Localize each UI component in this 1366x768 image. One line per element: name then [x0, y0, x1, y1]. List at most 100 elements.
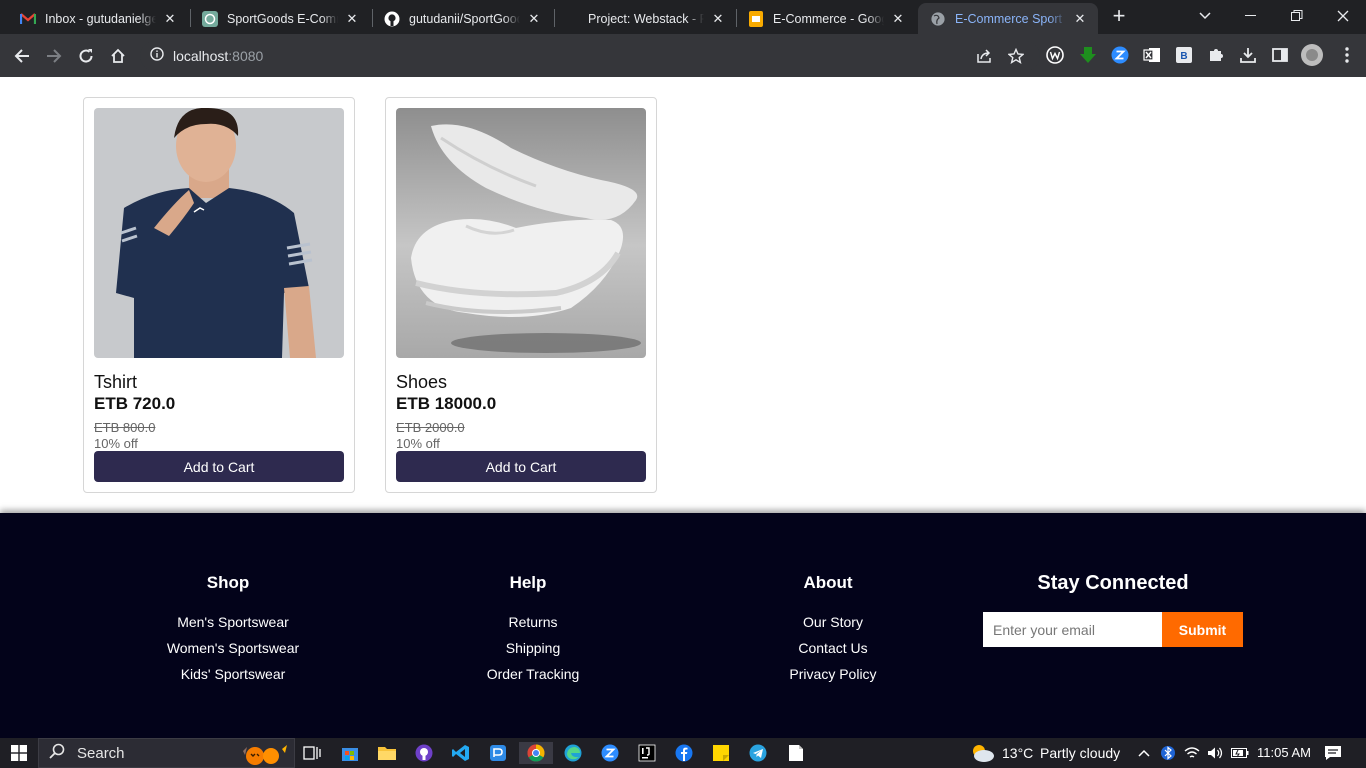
footer-about-title: About [803, 573, 853, 592]
product-discount: 10% off [94, 436, 138, 451]
excel-extension-icon[interactable] [1142, 45, 1162, 65]
product-discount: 10% off [396, 436, 440, 451]
side-panel-icon[interactable] [1270, 45, 1290, 65]
product-name[interactable]: Shoes [396, 372, 447, 393]
footer-link[interactable]: Kids' Sportswear [113, 666, 353, 682]
minimize-icon[interactable] [1228, 0, 1274, 32]
chrome-menu-icon[interactable] [1337, 45, 1357, 65]
microsoft-store-icon[interactable] [339, 742, 361, 764]
product-price: ETB 720.0 [94, 394, 176, 413]
weather-partly-cloudy-icon[interactable] [968, 742, 996, 764]
facebook-icon[interactable] [673, 742, 695, 764]
reload-icon[interactable] [72, 42, 100, 70]
tab-github[interactable]: gutudanii/SportGoods ✕ [372, 3, 552, 34]
address-bar[interactable]: localhost:8080 [140, 41, 1040, 71]
tab-project-webstack[interactable]: Project: Webstack - Po ✕ [556, 3, 736, 34]
download-icon[interactable] [1238, 45, 1258, 65]
github-desktop-icon[interactable] [413, 742, 435, 764]
windows-start-icon[interactable] [8, 742, 30, 764]
home-icon[interactable] [104, 42, 132, 70]
clock-time[interactable]: 11:05 AM [1257, 745, 1311, 760]
show-hidden-icons-icon[interactable] [1133, 742, 1155, 764]
zoom-extension-icon[interactable] [1110, 45, 1130, 65]
new-tab-button[interactable]: + [1108, 5, 1130, 27]
newsletter-submit-button[interactable]: Submit [1162, 612, 1243, 647]
close-window-icon[interactable] [1320, 0, 1366, 32]
file-explorer-icon[interactable] [376, 742, 398, 764]
back-icon[interactable] [8, 42, 36, 70]
footer-link[interactable]: Shipping [413, 640, 653, 656]
download-manager-icon[interactable] [1078, 45, 1098, 65]
tab-divider [554, 9, 555, 27]
product-card-tshirt: Tshirt ETB 720.0 ETB 800.0 10% off Add t… [83, 97, 355, 493]
tab-close-icon[interactable]: ✕ [890, 11, 906, 27]
add-to-cart-button[interactable]: Add to Cart [94, 451, 344, 482]
photo-app-icon[interactable] [487, 742, 509, 764]
chatgpt-icon [202, 10, 218, 27]
tab-title: Inbox - gutudanielgele [45, 11, 156, 26]
product-name[interactable]: Tshirt [94, 372, 137, 393]
footer-link[interactable]: Our Story [713, 614, 953, 630]
tab-sportgoods-chat[interactable]: SportGoods E-Commerce ✕ [190, 3, 370, 34]
wifi-icon[interactable] [1181, 742, 1203, 764]
product-image-shoes [396, 108, 646, 358]
site-footer: Shop Men's Sportswear Women's Sportswear… [0, 513, 1366, 738]
share-icon[interactable] [970, 42, 998, 70]
notification-center-icon[interactable] [1322, 742, 1344, 764]
url-port: :8080 [228, 48, 264, 64]
gmail-icon [20, 11, 36, 27]
tab-close-icon[interactable]: ✕ [1072, 11, 1088, 27]
tab-title: gutudanii/SportGoods [409, 11, 520, 26]
volume-icon[interactable] [1204, 742, 1226, 764]
footer-link[interactable]: Men's Sportswear [113, 614, 353, 630]
tab-close-icon[interactable]: ✕ [162, 11, 178, 27]
b-extension-icon[interactable]: B [1174, 45, 1194, 65]
halloween-pumpkin-icon [235, 741, 291, 768]
windows-taskbar: Search 13°C Partly cloudy 11:05 AM [0, 738, 1366, 768]
tab-title: E-Commerce - Google [773, 11, 884, 26]
chrome-taskbar-icon[interactable] [519, 742, 553, 764]
add-to-cart-button[interactable]: Add to Cart [396, 451, 646, 482]
taskbar-search[interactable]: Search [38, 738, 295, 768]
tab-inbox[interactable]: Inbox - gutudanielgele ✕ [8, 3, 188, 34]
footer-link[interactable]: Women's Sportswear [113, 640, 353, 656]
footer-link[interactable]: Returns [413, 614, 653, 630]
tab-title: SportGoods E-Commerce [227, 11, 338, 26]
footer-help-title: Help [509, 573, 547, 592]
weather-condition[interactable]: Partly cloudy [1040, 745, 1120, 761]
product-price: ETB 18000.0 [396, 394, 497, 413]
browser-toolbar: localhost:8080 B [0, 34, 1366, 77]
extensions-puzzle-icon[interactable] [1206, 45, 1226, 65]
tab-close-icon[interactable]: ✕ [526, 11, 542, 27]
weather-temperature[interactable]: 13°C [1002, 745, 1033, 761]
vscode-icon[interactable] [450, 742, 472, 764]
footer-stay-title: Stay Connected [1037, 572, 1189, 594]
telegram-icon[interactable] [747, 742, 769, 764]
footer-link[interactable]: Privacy Policy [713, 666, 953, 682]
site-info-icon[interactable] [150, 46, 164, 66]
forward-icon[interactable] [40, 42, 68, 70]
tab-search-icon[interactable] [1182, 0, 1228, 32]
tab-google-slides[interactable]: E-Commerce - Google ✕ [736, 3, 916, 34]
newsletter-email-input[interactable] [983, 612, 1163, 647]
footer-link[interactable]: Contact Us [713, 640, 953, 656]
bookmark-star-icon[interactable] [1002, 42, 1030, 70]
tab-ecommerce-active[interactable]: E-Commerce Sport We ✕ [918, 3, 1098, 34]
battery-icon[interactable] [1229, 742, 1251, 764]
task-view-icon[interactable] [301, 742, 323, 764]
notepad-icon[interactable] [785, 742, 807, 764]
product-old-price: ETB 800.0 [94, 420, 156, 435]
intellij-icon[interactable] [636, 742, 658, 764]
zoom-app-icon[interactable] [599, 742, 621, 764]
url-host: localhost [173, 48, 229, 64]
extension-w-icon[interactable] [1045, 45, 1065, 65]
footer-link[interactable]: Order Tracking [413, 666, 653, 682]
tab-title: Project: Webstack - Po [588, 11, 704, 26]
restore-icon[interactable] [1274, 0, 1320, 32]
profile-avatar-icon[interactable] [1300, 43, 1324, 67]
edge-icon[interactable] [562, 742, 584, 764]
sticky-notes-icon[interactable] [710, 742, 732, 764]
tab-close-icon[interactable]: ✕ [710, 11, 726, 27]
tab-close-icon[interactable]: ✕ [344, 11, 360, 27]
bluetooth-icon[interactable] [1157, 742, 1179, 764]
